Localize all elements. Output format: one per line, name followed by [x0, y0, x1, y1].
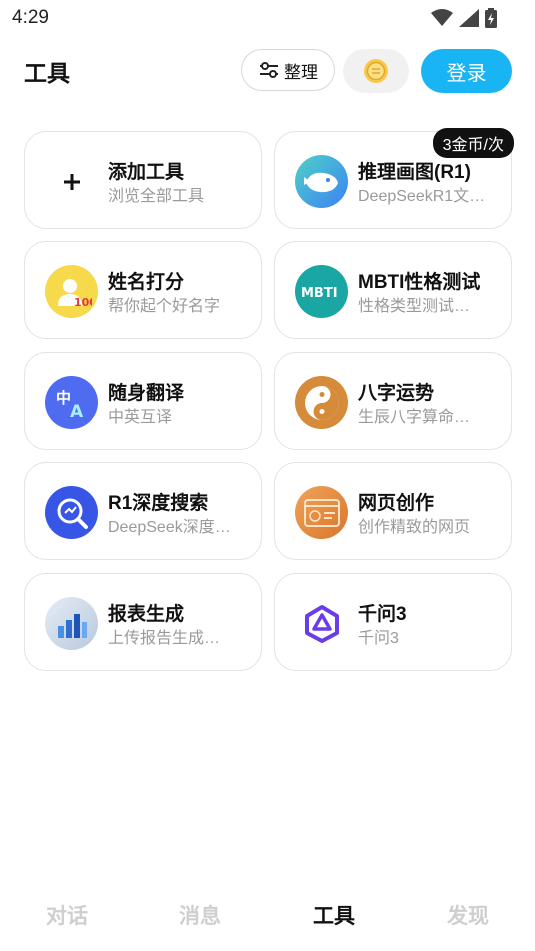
organize-label: 整理 — [284, 62, 318, 82]
svg-text:100: 100 — [74, 296, 92, 309]
nav-tab-chat[interactable]: 对话 — [27, 900, 107, 930]
tool-card-add[interactable]: 添加工具 浏览全部工具 — [24, 131, 262, 229]
svg-text:中: 中 — [56, 389, 71, 407]
tool-name: 添加工具 — [108, 162, 185, 183]
wifi-icon — [431, 9, 453, 26]
tool-name: 八字运势 — [358, 383, 435, 404]
tool-desc: DeepSeek深度… — [108, 519, 231, 536]
sliders-icon — [260, 62, 278, 78]
signal-icon — [459, 9, 479, 27]
login-button[interactable]: 登录 — [421, 49, 512, 93]
svg-text:MBTI: MBTI — [301, 286, 338, 301]
bottom-nav: 对话 消息 工具 发现 — [0, 890, 535, 940]
tool-card-deep-search[interactable]: R1深度搜索 DeepSeek深度… — [24, 462, 262, 560]
nav-tab-messages[interactable]: 消息 — [160, 900, 240, 930]
svg-text:A: A — [70, 402, 84, 422]
nav-tab-discover[interactable]: 发现 — [428, 900, 508, 930]
yin-yang-icon — [295, 376, 348, 429]
tool-name: 推理画图(R1) — [358, 162, 471, 183]
tool-card-name-score[interactable]: 100 姓名打分 帮你起个好名字 — [24, 241, 262, 339]
tool-desc: 性格类型测试… — [358, 298, 471, 315]
deepseek-whale-icon — [295, 155, 348, 208]
name-score-icon: 100 — [45, 265, 98, 318]
plus-icon — [45, 155, 98, 208]
web-create-icon — [295, 486, 348, 539]
status-time: 4:29 — [12, 7, 49, 28]
tool-card-bazi[interactable]: 八字运势 生辰八字算命… — [274, 352, 512, 450]
header: 工具 整理 登录 — [0, 46, 535, 98]
tool-name: 姓名打分 — [108, 272, 185, 293]
tool-desc: 中英互译 — [108, 409, 173, 426]
tool-name: R1深度搜索 — [108, 493, 209, 514]
tool-card-translate[interactable]: 中A 随身翻译 中英互译 — [24, 352, 262, 450]
coin-button[interactable] — [343, 49, 409, 93]
price-badge: 3金币/次 — [432, 128, 514, 158]
tool-name: 网页创作 — [358, 493, 435, 514]
deep-search-icon — [45, 486, 98, 539]
report-chart-icon — [45, 597, 98, 650]
tool-desc: 千问3 — [358, 630, 399, 647]
coin-icon — [364, 59, 388, 83]
organize-button[interactable]: 整理 — [241, 49, 335, 91]
page-title: 工具 — [24, 60, 70, 86]
tool-desc: 上传报告生成… — [108, 630, 221, 647]
translate-icon: 中A — [45, 376, 98, 429]
status-icons — [431, 8, 497, 28]
tool-desc: DeepSeekR1文… — [358, 188, 486, 205]
tool-card-mbti[interactable]: MBTI MBTI性格测试 性格类型测试… — [274, 241, 512, 339]
mbti-icon: MBTI — [295, 265, 348, 318]
status-bar: 4:29 — [0, 0, 535, 38]
tool-name: 随身翻译 — [108, 383, 185, 404]
tool-name: MBTI性格测试 — [358, 272, 481, 293]
tool-card-reasoning-draw[interactable]: 推理画图(R1) DeepSeekR1文… 3金币/次 — [274, 128, 514, 229]
tool-desc: 浏览全部工具 — [108, 188, 205, 205]
tool-card-web-create[interactable]: 网页创作 创作精致的网页 — [274, 462, 512, 560]
tool-desc: 生辰八字算命… — [358, 409, 471, 426]
tool-name: 千问3 — [358, 604, 407, 625]
tool-card-report[interactable]: 报表生成 上传报告生成… — [24, 573, 262, 671]
qwen-icon — [295, 597, 348, 650]
tool-name: 报表生成 — [108, 604, 185, 625]
tool-desc: 帮你起个好名字 — [108, 298, 221, 315]
tool-desc: 创作精致的网页 — [358, 519, 471, 536]
nav-tab-tools[interactable]: 工具 — [294, 900, 374, 930]
tool-card-qwen[interactable]: 千问3 千问3 — [274, 573, 512, 671]
battery-icon — [485, 8, 497, 28]
